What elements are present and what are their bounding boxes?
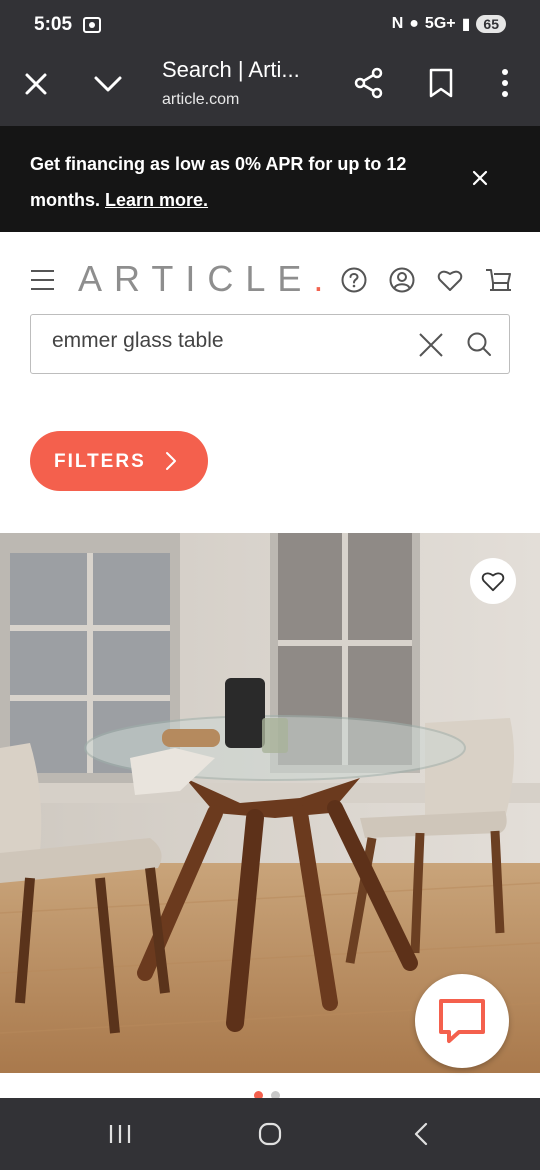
chat-bubble-icon [439,999,485,1043]
share-icon[interactable] [354,67,384,99]
chat-button[interactable] [415,974,509,1068]
close-tab-icon[interactable] [22,70,50,98]
bookmark-icon[interactable] [428,68,454,98]
browser-toolbar: Search | Arti... article.com [0,50,540,126]
help-icon[interactable] [341,267,367,293]
filters-button[interactable]: FILTERS [30,431,208,491]
system-nav-bar [0,1098,540,1170]
add-to-wishlist-button[interactable] [470,558,516,604]
status-bar: 5:05 N ● 5G+ ▮ 65 [0,0,540,50]
cart-icon[interactable] [484,266,512,294]
more-options-icon[interactable] [495,68,515,98]
learn-more-link[interactable]: Learn more. [105,190,208,210]
page-title[interactable]: Search | Arti... [162,57,300,83]
home-icon[interactable] [258,1122,282,1146]
chevron-down-icon[interactable] [93,70,123,98]
back-icon[interactable] [412,1122,430,1146]
wishlist-heart-icon[interactable] [437,268,463,292]
financing-banner: Get financing as low as 0% APR for up to… [0,126,540,232]
battery-badge: 65 [476,15,506,33]
page-domain[interactable]: article.com [162,91,239,109]
status-time: 5:05 [34,14,73,35]
chevron-right-icon [166,452,176,470]
screenshot-icon [83,17,101,33]
close-banner-icon[interactable] [470,168,490,188]
promo-text: Get financing as low as 0% APR for up to… [30,146,430,218]
search-input[interactable] [52,329,412,353]
heart-icon [481,572,505,592]
filters-label: FILTERS [54,451,146,472]
logo-text: ARTICLE [78,258,314,299]
location-icon: ● [409,15,419,32]
status-icons: N ● 5G+ ▮ 65 [392,14,506,34]
recent-apps-icon[interactable] [108,1124,132,1144]
account-icon[interactable] [389,267,415,293]
logo-dot: . [313,258,336,299]
clear-search-icon[interactable] [418,332,444,358]
signal-icon: ▮ [461,16,471,33]
promo-message: Get financing as low as 0% APR for up to… [30,154,407,210]
nfc-icon: N [391,15,404,32]
search-icon[interactable] [466,331,492,357]
article-logo[interactable]: ARTICLE. [78,258,335,300]
hamburger-menu-icon[interactable] [30,269,55,291]
network-label: 5G+ [424,15,456,32]
search-box [30,314,510,374]
